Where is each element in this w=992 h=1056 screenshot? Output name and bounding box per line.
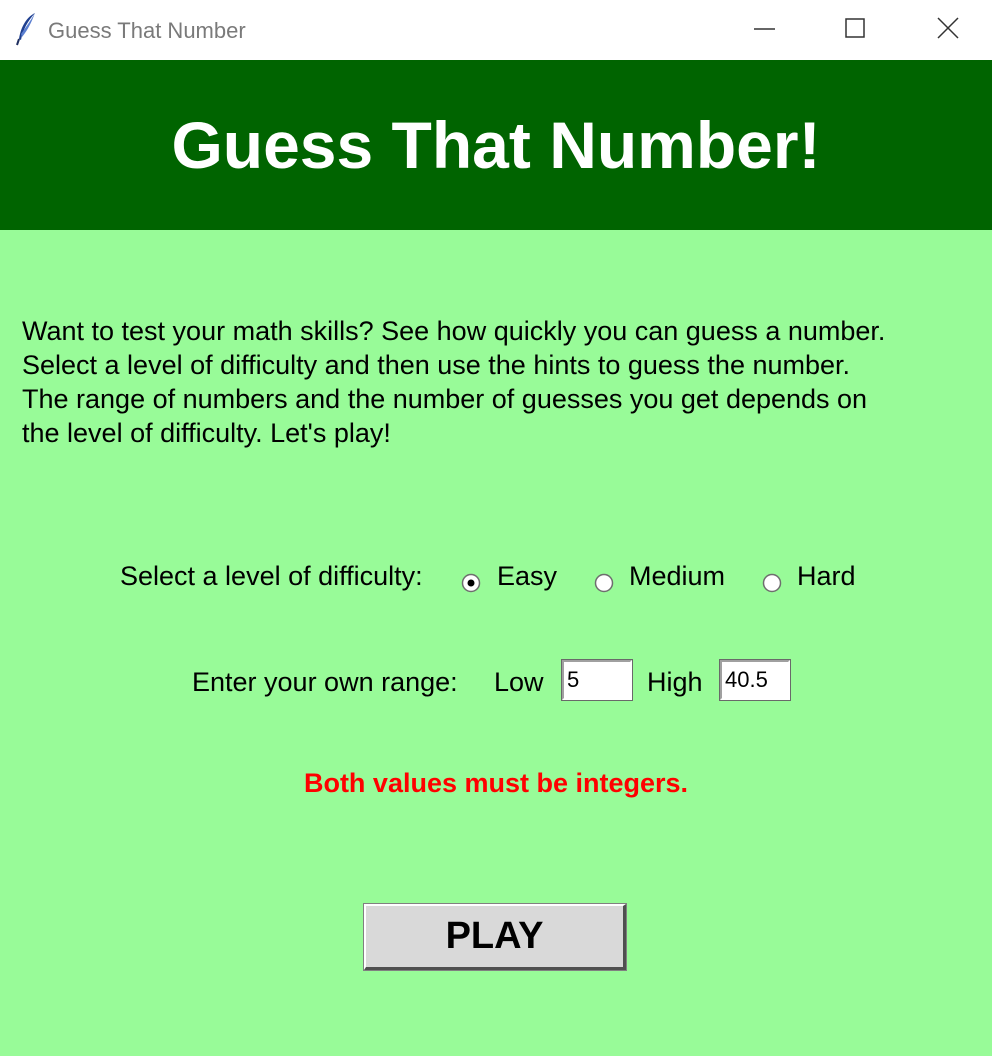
maximize-button[interactable] — [810, 0, 902, 60]
radio-unselected-icon — [594, 573, 614, 593]
range-label: Enter your own range: — [192, 667, 458, 697]
window-title: Guess That Number — [48, 18, 246, 43]
radio-label-hard[interactable]: Hard — [797, 558, 856, 594]
radio-medium[interactable] — [594, 566, 614, 593]
page-title: Guess That Number! — [171, 108, 821, 182]
maximize-icon — [845, 18, 865, 38]
feather-icon — [16, 12, 38, 46]
radio-unselected-icon — [762, 573, 782, 593]
intro-line: the level of difficulty. Let's play! — [22, 418, 391, 448]
radio-label-easy[interactable]: Easy — [497, 558, 557, 594]
intro-line: Want to test your math skills? See how q… — [22, 316, 886, 346]
high-label: High — [647, 667, 703, 697]
difficulty-label: Select a level of difficulty: — [120, 561, 423, 591]
error-message: Both values must be integers. — [303, 768, 689, 798]
radio-label-medium[interactable]: Medium — [629, 558, 725, 594]
intro-line: Select a level of difficulty and then us… — [22, 350, 851, 380]
app-window: Guess That Number Guess That Number! Wan… — [0, 0, 992, 1056]
title-bar[interactable]: Guess That Number — [0, 0, 992, 60]
high-input[interactable]: 40.5 — [719, 659, 791, 701]
play-button[interactable]: PLAY — [363, 903, 627, 971]
minimize-button[interactable] — [718, 0, 810, 60]
close-button[interactable] — [902, 0, 992, 60]
low-input[interactable]: 5 — [561, 659, 633, 701]
intro-line: The range of numbers and the number of g… — [22, 384, 868, 414]
radio-hard[interactable] — [762, 566, 782, 593]
close-icon — [937, 17, 959, 39]
range-entry-row: Enter your own range: Low 5 High 40.5 — [0, 659, 992, 702]
minimize-icon — [754, 28, 775, 30]
intro-text: Want to test your math skills? See how q… — [22, 314, 987, 450]
header-banner: Guess That Number! — [0, 60, 992, 230]
low-label: Low — [494, 667, 544, 697]
radio-easy[interactable] — [461, 566, 481, 593]
radio-selected-icon — [461, 573, 481, 593]
